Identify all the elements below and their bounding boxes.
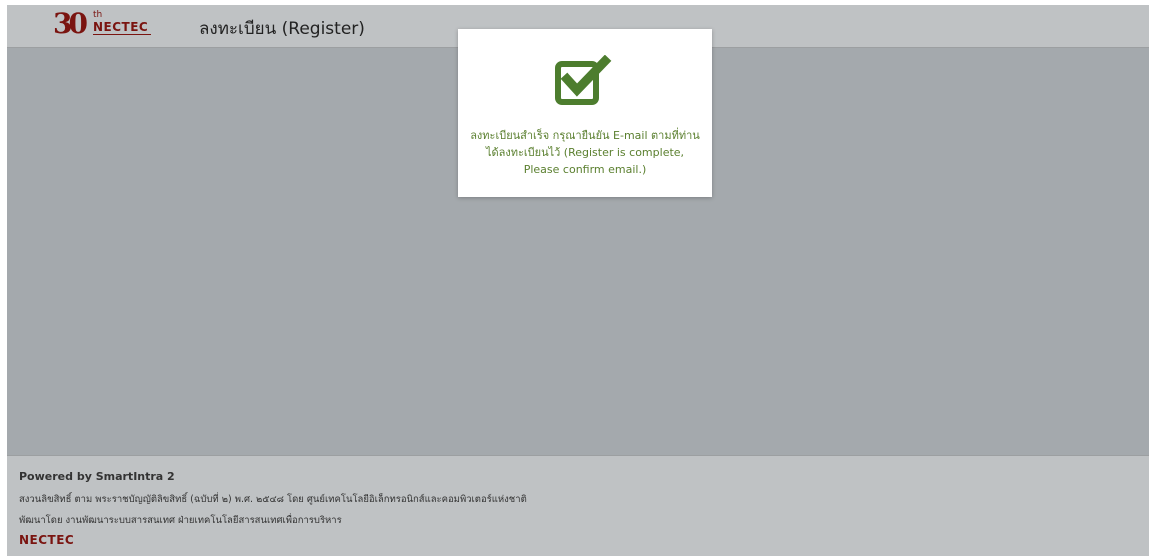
footer-logo-brand: NECTEC [19,533,75,547]
footer-nectec-logo[interactable]: NECTEC [19,531,89,551]
success-dialog: ลงทะเบียนสำเร็จ กรุณายืนยัน E-mail ตามที… [458,29,712,197]
logo-brand: NECTEC [93,20,149,34]
page-title: ลงทะเบียน (Register) [199,19,365,39]
logo-underline [93,34,151,35]
copyright-text: สงวนลิขสิทธิ์ ตาม พระราชบัญญัติลิขสิทธิ์… [19,494,527,505]
page-footer: Powered by SmartIntra 2 สงวนลิขสิทธิ์ ตา… [7,455,1149,556]
logo-suffix: th [93,10,103,20]
nectec-30th-logo[interactable]: 30 th NECTEC [53,7,173,41]
developer-text: พัฒนาโดย งานพัฒนาระบบสารสนเทศ ฝ่ายเทคโนโ… [19,515,342,526]
powered-by-text: Powered by SmartIntra 2 [19,470,175,483]
app-frame: 30 th NECTEC ลงทะเบียน (Register) ลงทะเบ… [7,5,1149,556]
success-message: ลงทะเบียนสำเร็จ กรุณายืนยัน E-mail ตามที… [470,129,700,176]
logo-number: 30 [53,7,88,40]
check-square-icon [555,55,612,105]
